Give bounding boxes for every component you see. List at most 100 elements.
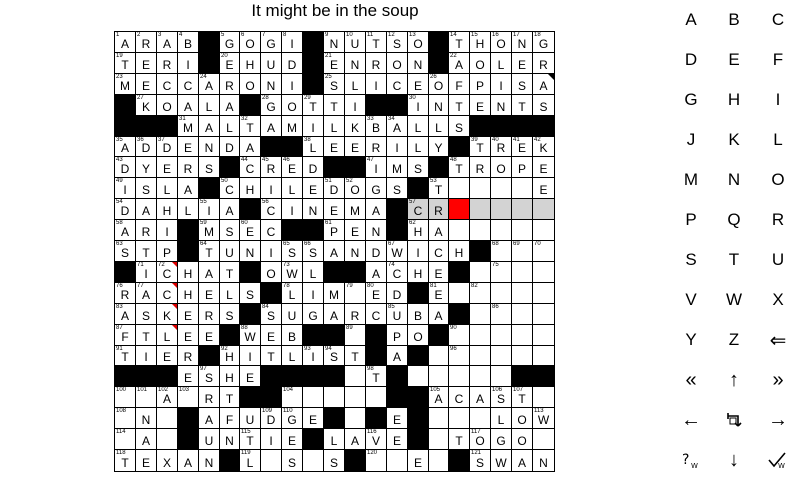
grid-cell[interactable]: E [470, 95, 491, 116]
grid-cell[interactable] [303, 450, 324, 471]
grid-cell[interactable]: I [387, 137, 408, 157]
grid-cell[interactable]: D [282, 53, 303, 74]
grid-cell[interactable]: H [178, 283, 199, 304]
grid-cell[interactable]: N [533, 450, 554, 471]
grid-cell[interactable]: O [387, 53, 408, 74]
grid-cell[interactable]: U [220, 241, 240, 262]
grid-cell[interactable]: 20 E [220, 53, 240, 74]
grid-cell[interactable]: A [220, 95, 240, 116]
grid-cell[interactable]: 82 [470, 283, 491, 304]
grid-cell[interactable]: P [512, 157, 533, 178]
grid-cell[interactable]: E [136, 74, 157, 95]
grid-cell[interactable]: R [178, 346, 199, 366]
grid-cell[interactable]: E [282, 429, 303, 450]
grid-cell[interactable]: 63 S [115, 241, 136, 262]
grid-cell[interactable]: 102 A [157, 387, 178, 408]
grid-cell[interactable]: 121 S [470, 450, 491, 471]
grid-cell[interactable]: E [199, 283, 220, 304]
grid-cell[interactable]: 52 O [345, 178, 366, 199]
grid-cell[interactable]: X [157, 450, 178, 471]
grid-cell[interactable] [512, 325, 533, 346]
grid-cell[interactable]: 25 S [324, 74, 345, 95]
grid-cell[interactable]: C [449, 387, 470, 408]
grid-cell[interactable]: A [199, 116, 220, 137]
grid-cell[interactable]: A [324, 304, 345, 325]
grid-cell[interactable]: L [408, 116, 429, 137]
grid-cell[interactable]: 39 T [470, 137, 491, 157]
grid-cell[interactable]: N [220, 429, 240, 450]
grid-cell[interactable]: 101 [136, 387, 157, 408]
grid-cell[interactable]: N [429, 95, 449, 116]
grid-cell[interactable]: 93 I [303, 346, 324, 366]
grid-cell[interactable]: F [449, 74, 470, 95]
grid-cell[interactable] [366, 387, 387, 408]
grid-cell[interactable]: 58 A [115, 220, 136, 241]
grid-cell[interactable]: E [178, 366, 199, 387]
grid-cell[interactable]: 44 C [240, 157, 261, 178]
grid-cell[interactable] [533, 304, 554, 325]
key-x[interactable]: X [756, 280, 800, 320]
toggle-direction-icon[interactable] [712, 400, 756, 440]
key-h[interactable]: H [712, 80, 756, 120]
grid-cell[interactable]: C [157, 283, 178, 304]
grid-cell[interactable]: E [324, 199, 345, 220]
grid-cell[interactable]: 21 E [324, 53, 345, 74]
grid-cell[interactable]: A [387, 346, 408, 366]
key-i[interactable]: I [756, 80, 800, 120]
grid-cell[interactable]: 29 T [303, 95, 324, 116]
key-q[interactable]: Q [712, 200, 756, 240]
grid-cell[interactable]: L [157, 325, 178, 346]
grid-cell[interactable]: A [136, 429, 157, 450]
grid-cell[interactable]: E [261, 325, 282, 346]
grid-cell[interactable]: O [282, 95, 303, 116]
grid-cell[interactable]: 113 W [533, 408, 554, 429]
grid-cell[interactable]: E [136, 450, 157, 471]
grid-cell[interactable]: 90 [449, 325, 470, 346]
grid-cell[interactable]: R [429, 199, 449, 220]
grid-cell[interactable]: L [324, 429, 345, 450]
grid-cell[interactable]: L [408, 137, 429, 157]
grid-cell[interactable]: F [220, 408, 240, 429]
grid-cell[interactable]: 54 D [115, 199, 136, 220]
grid-cell[interactable] [261, 450, 282, 471]
grid-cell[interactable]: 86 [491, 304, 512, 325]
grid-cell[interactable]: N [345, 53, 366, 74]
grid-cell[interactable]: 49 I [115, 178, 136, 199]
check-icon[interactable]: W [756, 440, 800, 480]
grid-cell[interactable] [512, 346, 533, 366]
grid-cell[interactable]: 77 A [136, 283, 157, 304]
grid-cell[interactable]: 5G [220, 32, 240, 53]
grid-cell[interactable] [449, 220, 470, 241]
grid-cell[interactable] [429, 346, 449, 366]
grid-cell[interactable]: W [491, 450, 512, 471]
grid-cell[interactable]: 78 L [282, 283, 303, 304]
grid-cell[interactable]: A [220, 199, 240, 220]
grid-cell[interactable]: T [324, 95, 345, 116]
grid-cell[interactable]: 56 C [261, 199, 282, 220]
key-f[interactable]: F [756, 40, 800, 80]
grid-cell[interactable]: R [220, 74, 240, 95]
grid-cell[interactable] [470, 408, 491, 429]
grid-cell[interactable]: L [491, 53, 512, 74]
grid-cell[interactable]: O [157, 95, 178, 116]
grid-cell[interactable]: D [220, 137, 240, 157]
grid-cell[interactable]: T [220, 387, 240, 408]
grid-cell[interactable]: C [387, 74, 408, 95]
grid-cell[interactable] [512, 199, 533, 220]
key-k[interactable]: K [712, 120, 756, 160]
key-p[interactable]: P [669, 200, 713, 240]
grid-cell[interactable]: 8I [282, 32, 303, 53]
grid-cell[interactable]: U [240, 408, 261, 429]
grid-cell[interactable]: 22 A [449, 53, 470, 74]
grid-cell[interactable]: 26 O [429, 74, 449, 95]
grid-cell[interactable]: 6O [240, 32, 261, 53]
grid-cell[interactable]: 117 O [470, 429, 491, 450]
grid-cell[interactable]: 97 S [199, 366, 220, 387]
grid-cell[interactable]: 15 H [470, 32, 491, 53]
grid-cell[interactable]: 68 [491, 241, 512, 262]
grid-cell[interactable] [512, 283, 533, 304]
grid-cell[interactable] [387, 450, 408, 471]
grid-cell[interactable]: R [157, 53, 178, 74]
grid-cell[interactable]: 3A [157, 32, 178, 53]
grid-cell[interactable]: S [449, 116, 470, 137]
